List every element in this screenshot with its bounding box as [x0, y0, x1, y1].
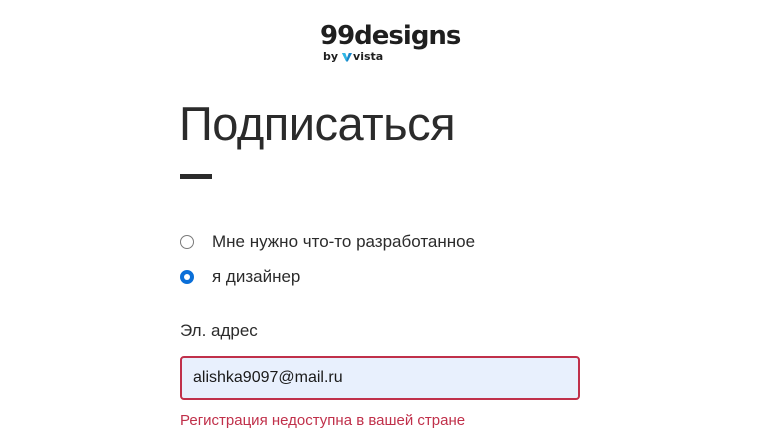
radio-option-designer[interactable]: я дизайнер [180, 266, 300, 288]
logo-byline: by vista [323, 51, 383, 63]
logo-by-text: by [323, 50, 339, 63]
radio-option-client[interactable]: Мне нужно что-то разработанное [180, 231, 475, 253]
vista-logo: vista [342, 51, 383, 63]
logo-wordmark: 99designs [320, 21, 461, 51]
email-field[interactable] [180, 356, 580, 400]
radio-button-client[interactable] [180, 235, 194, 249]
radio-label-designer: я дизайнер [212, 267, 301, 286]
vista-check-icon [342, 53, 353, 62]
signup-page: 99designs by vista Подписаться Мне нужно… [0, 0, 762, 448]
radio-button-designer[interactable] [180, 270, 194, 284]
email-error-message: Регистрация недоступна в вашей стране [180, 412, 466, 429]
99designs-logo[interactable]: 99designs by vista [320, 20, 461, 66]
title-underline [180, 174, 212, 179]
email-field-label: Эл. адрес [180, 321, 258, 340]
logo-partner-text: vista [353, 50, 384, 63]
page-title: Подписаться [179, 97, 456, 150]
radio-label-client: Мне нужно что-то разработанное [212, 232, 476, 251]
